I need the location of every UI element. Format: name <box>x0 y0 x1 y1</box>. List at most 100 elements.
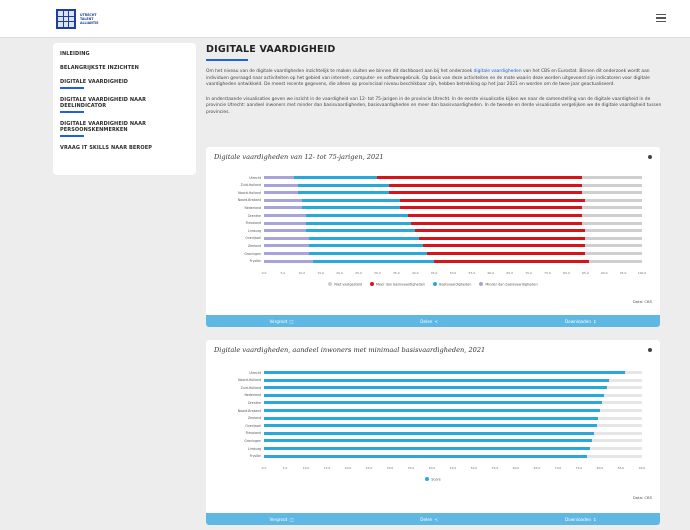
category-label: Zuid-Holland <box>240 385 261 390</box>
legend-label: Basisvaardigheden <box>439 282 472 287</box>
bar-segment <box>264 447 590 450</box>
bar-segment <box>426 252 586 255</box>
x-tick-label: 10,0 <box>298 271 306 276</box>
x-tick-label: 80,0 <box>596 466 604 471</box>
category-label: Noord-Brabant <box>237 198 261 203</box>
chart-title: Digitale vaardigheden, aandeel inwoners … <box>214 346 486 354</box>
bar-track <box>264 401 642 405</box>
bar-segment <box>264 424 597 428</box>
category-label: Nederland <box>244 393 261 398</box>
bar-segment <box>264 176 295 179</box>
chart-source: Data: CBS <box>632 495 652 500</box>
bar-track <box>264 447 642 450</box>
bar-segment <box>585 236 642 240</box>
sidebar-item-deelindicator[interactable]: DIGITALE VAARDIGHEID NAAR DEELINDICATOR <box>60 97 189 113</box>
category-label: Fryslân <box>249 259 261 264</box>
bar-track <box>264 244 642 248</box>
x-tick-label: 100,0 <box>637 271 647 276</box>
chart-info-icon[interactable] <box>648 155 652 159</box>
bar-segment <box>264 393 605 397</box>
bar-segment <box>309 244 423 248</box>
x-tick-label: 75,0 <box>575 466 583 471</box>
main-content: DIGITALE VAARDIGHEID Om het niveau van d… <box>206 38 662 117</box>
bar-segment <box>264 221 306 225</box>
bar-segment <box>585 229 642 233</box>
x-tick-label: 10,0 <box>302 466 310 471</box>
bar-segment <box>309 236 419 240</box>
category-label: Groningen <box>244 438 261 443</box>
x-tick-label: 0,0 <box>261 271 267 276</box>
bar-segment <box>434 259 590 263</box>
x-tick-label: 90,0 <box>638 466 646 471</box>
bar-track <box>264 183 642 187</box>
x-tick-label: 30,0 <box>374 271 381 276</box>
bar-segment <box>264 252 310 255</box>
bar-segment <box>422 244 586 248</box>
bar-track <box>264 221 642 225</box>
category-label: Nederland <box>244 205 261 210</box>
download-button[interactable]: Downloaden ↧ <box>565 319 597 324</box>
bar-track <box>264 424 642 428</box>
explanation-paragraph: In onderstaande visualisaties geven we i… <box>206 96 662 115</box>
chart-card-basic: Digitale vaardigheden, aandeel inwoners … <box>206 340 660 525</box>
x-tick-label: 5,0 <box>282 466 288 471</box>
enlarge-button[interactable]: Vergroot □ <box>269 319 293 324</box>
download-button[interactable]: Downloaden ↧ <box>565 517 597 522</box>
bar-track <box>264 431 642 435</box>
category-label: Drenthe <box>248 400 261 405</box>
x-tick-label: 25,0 <box>365 466 373 471</box>
chart-legend: Niet vastgesteld Meer dan basisvaardighed… <box>206 282 660 286</box>
chart-legend: Score <box>206 477 660 481</box>
title-underline <box>206 59 248 61</box>
legend-label: Niet vastgesteld <box>334 282 363 287</box>
x-tick-label: 20,0 <box>336 271 343 276</box>
category-label: Limburg <box>247 228 261 233</box>
category-label: Flevoland <box>245 431 261 436</box>
share-icon: < <box>434 516 438 522</box>
bar-segment <box>400 206 582 210</box>
share-button[interactable]: Delen < <box>420 319 438 324</box>
sidebar-item-belangrijkste-inzichten[interactable]: BELANGRIJKSTE INZICHTEN <box>60 65 189 71</box>
chart-info-icon[interactable] <box>648 348 652 352</box>
share-button[interactable]: Delen < <box>420 517 438 522</box>
bar-track <box>264 378 642 382</box>
bar-segment <box>377 176 582 179</box>
logo[interactable]: UTRECHT TALENT ALLIANTIE <box>56 9 98 29</box>
x-tick-label: 15,0 <box>317 271 325 276</box>
download-icon: ↧ <box>592 318 597 324</box>
x-tick-label: 15,0 <box>323 466 331 471</box>
digitale-vaardigheden-link[interactable]: digitale vaardigheden <box>474 69 522 74</box>
bar-segment <box>418 236 586 240</box>
bar-segment <box>581 176 642 179</box>
bar-segment <box>581 206 642 210</box>
bar-segment <box>585 244 642 248</box>
bar-segment <box>294 176 378 179</box>
chart-title: Digitale vaardigheden van 12- tot 75-jar… <box>214 153 384 161</box>
category-label: Noord-Brabant <box>237 408 261 413</box>
bar-segment <box>298 183 389 187</box>
sidebar-item-inleiding[interactable]: INLEIDING <box>60 51 189 57</box>
sidebar-item-it-skills[interactable]: VRAAG IT SKILLS NAAR BEROEP <box>60 145 189 151</box>
bar-segment <box>264 236 310 240</box>
hamburger-icon[interactable] <box>656 14 666 22</box>
chart-action-bar: Vergroot □ Delen < Downloaden ↧ <box>206 513 660 525</box>
enlarge-button[interactable]: Vergroot □ <box>269 517 293 522</box>
sidebar-nav: INLEIDING BELANGRIJKSTE INZICHTEN DIGITA… <box>53 43 196 175</box>
bar-segment <box>305 214 408 217</box>
share-icon: < <box>434 318 438 324</box>
legend-swatch <box>425 477 430 481</box>
bar-segment <box>301 198 401 202</box>
category-label: Groningen <box>244 251 261 256</box>
x-tick-label: 50,0 <box>470 466 478 471</box>
legend-item: Minder dan basisvaardigheden <box>479 282 538 286</box>
logo-mark <box>56 9 76 29</box>
sidebar-item-persoonskenmerken[interactable]: DIGITALE VAARDIGHEID NAAR PERSOONSKENMER… <box>60 121 189 137</box>
expand-icon: □ <box>289 318 294 324</box>
bar-segment <box>264 229 306 233</box>
category-label: Flevoland <box>245 221 261 226</box>
sidebar-item-digitale-vaardigheid[interactable]: DIGITALE VAARDIGHEID <box>60 79 189 89</box>
category-label: Zuid-Holland <box>240 183 261 188</box>
bar-segment <box>301 206 401 210</box>
bar-segment <box>305 221 412 225</box>
bar-segment <box>264 401 602 405</box>
